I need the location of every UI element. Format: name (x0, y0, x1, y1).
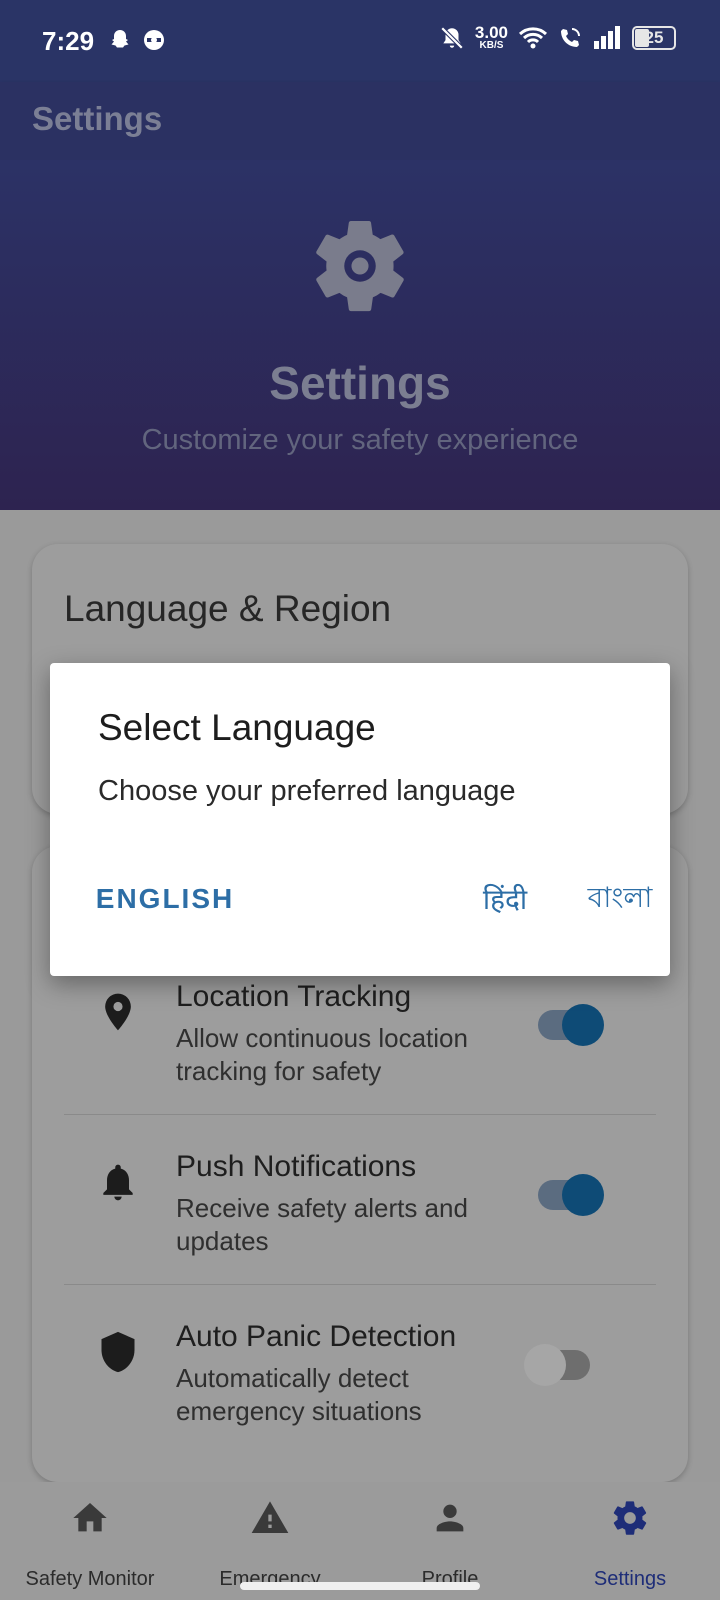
english-button[interactable]: ENGLISH (80, 871, 250, 927)
hindi-button[interactable]: हिंदी (460, 871, 550, 927)
bangla-button[interactable]: বাংলা (580, 871, 660, 927)
dialog-title: Select Language (98, 707, 376, 748)
dialog-message: Choose your preferred language (98, 775, 516, 807)
select-language-dialog: Select Language Choose your preferred la… (50, 663, 670, 976)
